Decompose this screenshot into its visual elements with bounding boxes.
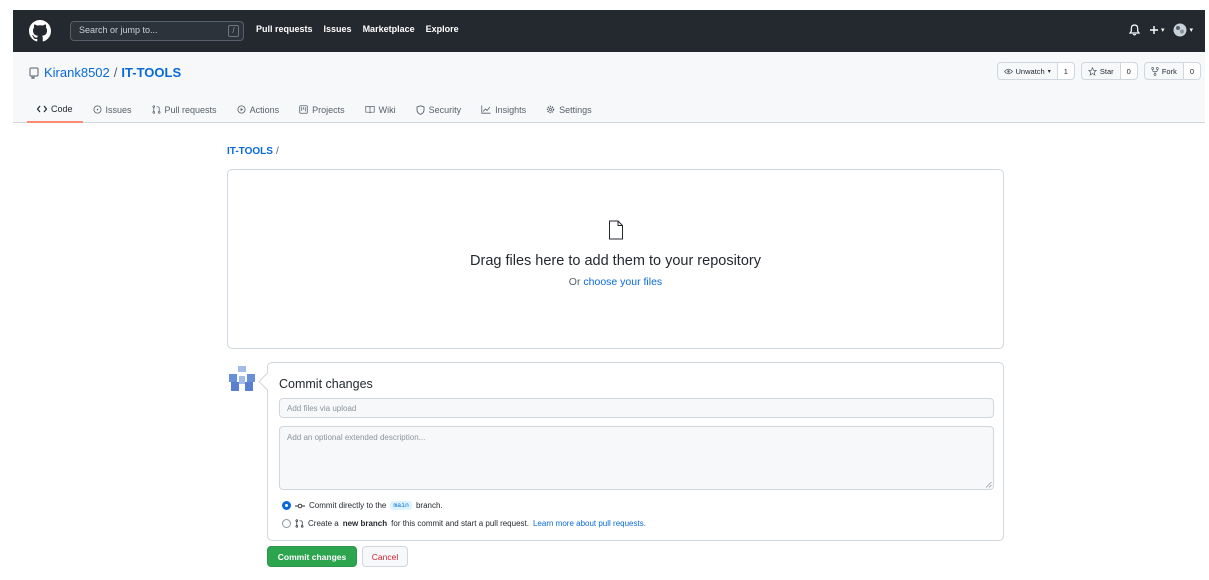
tab-security[interactable]: Security: [406, 96, 472, 123]
tab-actions-label: Actions: [249, 104, 280, 115]
fork-count[interactable]: 0: [1183, 63, 1200, 79]
file-drop-zone[interactable]: Drag files here to add them to your repo…: [227, 169, 1004, 349]
git-commit-icon: [295, 503, 305, 508]
fork-button[interactable]: Fork 0: [1143, 62, 1201, 80]
file-icon: [609, 220, 623, 240]
star-icon: [1087, 66, 1097, 76]
header-actions: ▾ ▾: [1128, 20, 1193, 40]
repo-actions: Unwatch ▾ 1 Star 0 Fork 0: [996, 62, 1201, 80]
commit-direct-radio[interactable]: [282, 501, 291, 510]
commit-new-branch-option[interactable]: Create a new branch for this commit and …: [282, 519, 646, 528]
repo-title-separator: /: [113, 65, 118, 80]
repo-name-link[interactable]: IT-TOOLS: [121, 65, 181, 80]
repo-icon: [29, 67, 39, 79]
commit-direct-option[interactable]: Commit directly to the main branch.: [282, 501, 443, 510]
global-header: Search or jump to... / Pull requests Iss…: [13, 10, 1205, 52]
tab-insights-label: Insights: [495, 104, 527, 115]
tab-issues-label: Issues: [105, 104, 132, 115]
tab-projects-label: Projects: [312, 104, 345, 115]
tab-wiki[interactable]: Wiki: [355, 96, 406, 123]
tab-actions[interactable]: Actions: [227, 96, 290, 123]
fork-icon: [1151, 66, 1159, 76]
tab-pull-requests[interactable]: Pull requests: [142, 96, 227, 123]
star-button[interactable]: Star 0: [1080, 62, 1138, 80]
new-branch-bold: new branch: [342, 519, 388, 528]
breadcrumb-separator: /: [275, 146, 279, 157]
tab-settings[interactable]: Settings: [536, 96, 602, 123]
chevron-down-icon: ▾: [1160, 27, 1165, 34]
breadcrumb: IT-TOOLS /: [227, 146, 279, 157]
commit-summary-input[interactable]: [279, 398, 994, 418]
user-menu-dropdown[interactable]: ▾: [1173, 23, 1193, 37]
project-icon: [299, 105, 308, 114]
repo-owner-link[interactable]: Kirank8502: [44, 65, 110, 80]
branch-name-tag: main: [390, 501, 412, 510]
commit-description-textarea[interactable]: [279, 426, 994, 490]
graph-icon: [481, 105, 491, 114]
issue-opened-icon: [93, 105, 102, 114]
commit-form: Commit changes Commit directly to the ma…: [267, 362, 1004, 541]
resize-grip-icon[interactable]: [985, 481, 992, 488]
avatar-icon: [1173, 23, 1187, 37]
tab-code-label: Code: [51, 103, 73, 114]
tab-projects[interactable]: Projects: [289, 96, 355, 123]
tab-insights[interactable]: Insights: [471, 96, 536, 123]
commit-direct-suffix: branch.: [415, 501, 443, 510]
star-label: Star: [1099, 66, 1114, 76]
new-branch-radio[interactable]: [282, 519, 291, 528]
play-circle-icon: [237, 105, 246, 114]
tab-pull-requests-label: Pull requests: [164, 104, 217, 115]
search-input[interactable]: Search or jump to... /: [70, 21, 244, 41]
tab-security-label: Security: [428, 104, 462, 115]
tab-settings-label: Settings: [559, 104, 592, 115]
new-branch-middle: for this commit and start a pull request…: [391, 519, 529, 528]
star-count[interactable]: 0: [1120, 63, 1137, 79]
watch-count[interactable]: 1: [1057, 63, 1074, 79]
nav-explore[interactable]: Explore: [426, 24, 459, 34]
plus-icon: [1149, 26, 1158, 34]
tab-issues[interactable]: Issues: [83, 96, 142, 123]
new-branch-prefix: Create a: [308, 519, 339, 528]
unwatch-label: Unwatch: [1015, 66, 1045, 76]
chevron-down-icon: ▾: [1047, 68, 1051, 75]
search-placeholder: Search or jump to...: [79, 25, 158, 35]
drop-zone-subtitle: Or choose your files: [228, 276, 1003, 288]
nav-pull-requests[interactable]: Pull requests: [256, 24, 313, 34]
git-pull-request-icon: [152, 105, 160, 114]
repo-title: Kirank8502 / IT-TOOLS: [29, 65, 181, 80]
gear-icon: [546, 105, 555, 114]
learn-more-pull-requests-link[interactable]: Learn more about pull requests.: [533, 519, 646, 528]
commit-form-title: Commit changes: [279, 377, 373, 391]
cancel-button[interactable]: Cancel: [362, 546, 408, 567]
global-nav: Pull requests Issues Marketplace Explore: [256, 24, 459, 34]
bell-icon[interactable]: [1128, 24, 1140, 36]
breadcrumb-repo-link[interactable]: IT-TOOLS: [227, 146, 273, 157]
create-new-dropdown[interactable]: ▾: [1149, 25, 1165, 35]
drop-zone-title: Drag files here to add them to your repo…: [470, 253, 761, 269]
eye-icon: [1003, 68, 1013, 74]
nav-marketplace[interactable]: Marketplace: [363, 24, 415, 34]
unwatch-button[interactable]: Unwatch ▾ 1: [996, 62, 1075, 80]
repo-header: Kirank8502 / IT-TOOLS Unwatch ▾ 1 Star 0…: [13, 52, 1205, 123]
tab-wiki-label: Wiki: [378, 104, 396, 115]
shield-icon: [416, 104, 425, 115]
nav-issues[interactable]: Issues: [324, 24, 352, 34]
github-logo-icon[interactable]: [29, 20, 51, 42]
chevron-down-icon: ▾: [1189, 27, 1193, 34]
user-avatar: [227, 364, 257, 394]
fork-label: Fork: [1161, 66, 1177, 76]
tab-code[interactable]: Code: [27, 96, 83, 123]
choose-files-link[interactable]: choose your files: [583, 276, 662, 288]
git-pull-request-icon: [295, 519, 304, 528]
commit-changes-button[interactable]: Commit changes: [267, 546, 357, 567]
slash-shortcut-key: /: [228, 25, 239, 37]
drop-zone-or: Or: [568, 276, 581, 288]
repo-nav-tabs: Code Issues Pull requests Actions Projec…: [27, 96, 602, 123]
commit-direct-text: Commit directly to the: [309, 501, 387, 510]
book-icon: [365, 105, 375, 114]
code-icon: [37, 105, 47, 112]
